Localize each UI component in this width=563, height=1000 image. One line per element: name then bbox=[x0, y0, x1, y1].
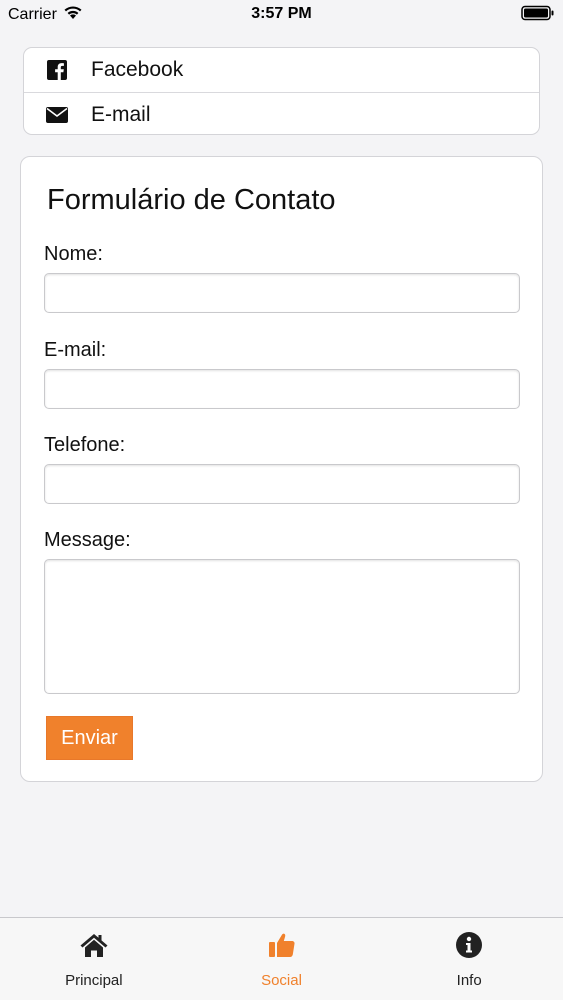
tab-bar: Principal Social Info bbox=[0, 917, 563, 1000]
email-label: E-mail: bbox=[44, 339, 107, 361]
thumbs-up-icon bbox=[266, 930, 298, 960]
battery-icon bbox=[521, 5, 555, 26]
phone-label: Telefone: bbox=[44, 434, 126, 456]
social-item-label: E-mail bbox=[91, 102, 151, 126]
contact-form: Formulário de Contato Nome: E-mail: Tele… bbox=[20, 156, 543, 782]
tab-info[interactable]: Info bbox=[375, 918, 563, 1000]
tab-label: Principal bbox=[65, 972, 123, 989]
social-item-label: Facebook bbox=[91, 58, 184, 81]
social-links-list: Facebook E-mail bbox=[23, 47, 540, 135]
submit-button[interactable]: Enviar bbox=[46, 716, 133, 760]
home-icon bbox=[78, 930, 110, 960]
envelope-icon bbox=[46, 104, 68, 126]
phone-field[interactable] bbox=[44, 464, 520, 504]
name-label: Nome: bbox=[44, 243, 103, 265]
form-title: Formulário de Contato bbox=[47, 184, 336, 216]
tab-principal[interactable]: Principal bbox=[0, 918, 188, 1000]
social-item-email[interactable]: E-mail bbox=[24, 92, 539, 134]
social-item-facebook[interactable]: Facebook bbox=[24, 48, 539, 92]
message-field[interactable] bbox=[44, 559, 520, 694]
message-label: Message: bbox=[44, 529, 131, 551]
tab-label: Social bbox=[261, 972, 302, 989]
tab-social[interactable]: Social bbox=[188, 918, 376, 1000]
email-field[interactable] bbox=[44, 369, 520, 409]
facebook-icon bbox=[46, 59, 68, 81]
info-icon bbox=[453, 930, 485, 960]
tab-label: Info bbox=[456, 972, 482, 989]
status-time: 3:57 PM bbox=[251, 5, 312, 22]
status-bar: Carrier 3:57 PM bbox=[0, 0, 563, 30]
name-field[interactable] bbox=[44, 273, 520, 313]
